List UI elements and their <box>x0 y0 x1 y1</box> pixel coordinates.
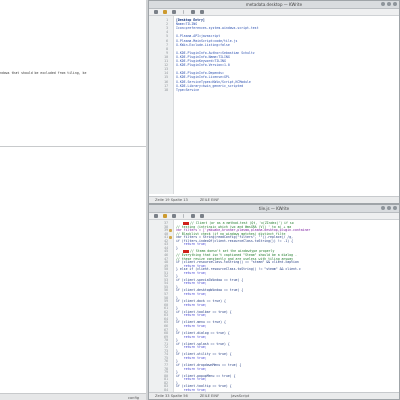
input-mode[interactable]: ZEILE EINF <box>200 198 219 202</box>
undo-icon[interactable] <box>191 10 195 14</box>
window-close-icon[interactable] <box>393 2 397 6</box>
open-folder-icon[interactable] <box>163 214 167 218</box>
status-bar: Zeile 33 Spalte 56 ZEILE EINF JavaScript <box>149 392 399 399</box>
window-maximize-icon[interactable] <box>387 206 391 210</box>
editor-toolbar <box>149 9 399 16</box>
redo-icon[interactable] <box>200 214 204 218</box>
kwrite-window-tilejs: tile.js — KWrite 37// Client (or as a me… <box>148 204 400 400</box>
window-title: tile.js — KWrite <box>258 206 290 211</box>
toolbar-separator <box>183 214 184 218</box>
save-icon[interactable] <box>172 10 176 14</box>
cursor-position: Zeile 33 Spalte 56 <box>155 394 188 398</box>
new-document-icon[interactable] <box>154 214 158 218</box>
window-titlebar[interactable]: metadata.desktop — KWrite <box>149 1 399 9</box>
text-editor-area[interactable]: 37// Client (or as a method-test (Qt, 'x… <box>149 220 399 394</box>
kwrite-window-metadata: metadata.desktop — KWrite 1 [Desktop Entr… <box>148 0 400 204</box>
window-titlebar[interactable]: tile.js — KWrite <box>149 205 399 213</box>
left-terminal-pane: ndows that should be excluded from tilin… <box>0 0 146 400</box>
status-bar: Zeile 19 Spalte 13 ZEILE EINF <box>149 196 399 203</box>
undo-icon[interactable] <box>191 214 195 218</box>
open-folder-icon[interactable] <box>163 10 167 14</box>
line-number: 18 <box>164 87 168 92</box>
save-icon[interactable] <box>172 214 176 218</box>
code-line[interactable]: 18 Type=Service <box>149 88 399 92</box>
redo-icon[interactable] <box>200 10 204 14</box>
toolbar-separator <box>183 10 184 14</box>
window-close-icon[interactable] <box>393 206 397 210</box>
left-hint-text: ndows that should be excluded from tilin… <box>0 71 87 75</box>
cursor-position: Zeile 19 Spalte 13 <box>155 198 188 202</box>
window-minimize-icon[interactable] <box>381 206 385 210</box>
window-minimize-icon[interactable] <box>381 2 385 6</box>
text-editor-area[interactable]: 1 [Desktop Entry] 2 Name=TILING 3 Icon=prefer… <box>149 16 399 194</box>
syntax-mode[interactable]: JavaScript <box>231 394 249 398</box>
left-bottom-bar <box>0 393 146 400</box>
new-document-icon[interactable] <box>154 10 158 14</box>
window-maximize-icon[interactable] <box>387 2 391 6</box>
editor-toolbar <box>149 213 399 220</box>
left-divider <box>0 146 146 147</box>
input-mode[interactable]: ZEILE EINF <box>200 394 219 398</box>
taskbar-label[interactable]: config <box>128 396 139 400</box>
code-text: Type=Service <box>176 87 200 92</box>
window-title: metadata.desktop — KWrite <box>245 2 303 7</box>
